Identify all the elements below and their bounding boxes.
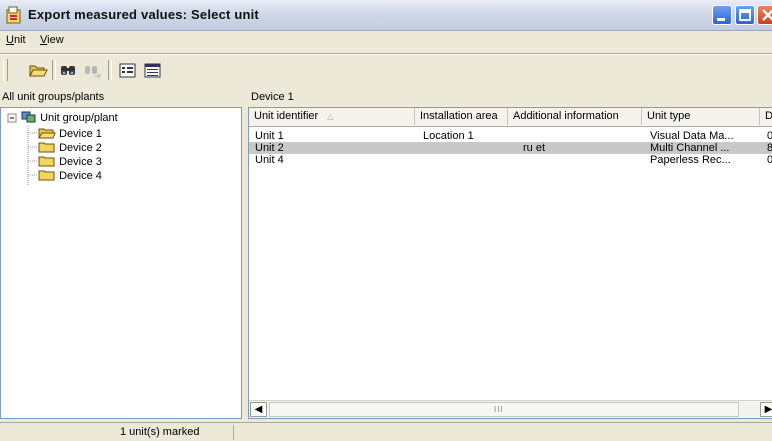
title-bar[interactable]: Export measured values: Select unit [0, 0, 772, 31]
scroll-right-button[interactable]: ▶ [760, 402, 772, 417]
tree-item-device-4[interactable]: Device 4 [38, 168, 102, 183]
cell-d: 0 [763, 130, 772, 142]
tree-item-label: Device 1 [59, 128, 102, 140]
tree-item-label: Device 3 [59, 156, 102, 168]
horizontal-scrollbar[interactable]: ◀ III ▶ [249, 400, 772, 418]
cell-unit-identifier: Unit 4 [255, 154, 284, 166]
open-folder-icon [29, 65, 48, 77]
app-icon [6, 6, 21, 24]
tree-item-device-2[interactable]: Device 2 [38, 140, 102, 155]
minimize-button[interactable] [712, 5, 732, 25]
unit-group-icon [21, 111, 36, 123]
status-divider [233, 425, 234, 440]
status-panel-left [4, 425, 114, 440]
tree-item-label: Device 4 [59, 170, 102, 182]
column-d[interactable]: D [760, 108, 772, 125]
cell-unit-identifier: Unit 2 [255, 142, 284, 154]
scrollbar-grip-icon: III [494, 405, 504, 414]
menu-unit-accel: U [6, 34, 14, 46]
menu-separator-highlight [0, 54, 772, 55]
maximize-button[interactable] [735, 5, 755, 25]
cell-unit-type: Visual Data Ma... [650, 130, 734, 142]
menu-bar: Unit View [0, 31, 772, 51]
tree-item-label: Device 2 [59, 142, 102, 154]
cell-installation-area: Location 1 [423, 130, 474, 142]
column-label: Installation area [420, 110, 498, 122]
menu-view[interactable]: View [40, 34, 64, 46]
find-next-icon [85, 66, 102, 79]
tree-item-root[interactable]: Unit group/plant [21, 110, 118, 125]
open-folder-icon [38, 128, 56, 139]
minimize-icon [717, 18, 725, 21]
sort-ascending-icon: △ [327, 112, 334, 121]
column-unit-identifier[interactable]: Unit identifier △ [249, 108, 415, 125]
folder-icon [38, 156, 55, 167]
window-title: Export measured values: Select unit [28, 7, 259, 22]
scroll-left-icon: ◀ [254, 404, 263, 415]
column-unit-type[interactable]: Unit type [642, 108, 760, 125]
status-bar: 1 unit(s) marked [0, 422, 772, 441]
column-label: Additional information [513, 110, 619, 122]
tree-item-device-3[interactable]: Device 3 [38, 154, 102, 169]
scroll-left-button[interactable]: ◀ [250, 402, 267, 417]
toolbar-separator [108, 60, 112, 80]
list-view-icon [119, 63, 136, 78]
find-next-button[interactable] [82, 60, 104, 80]
cell-unit-identifier: Unit 1 [255, 130, 284, 142]
status-message: 1 unit(s) marked [120, 426, 200, 438]
right-pane-header: Device 1 [251, 88, 771, 106]
cell-d: 0 [763, 154, 772, 166]
table-row[interactable]: Unit 4 Paperless Rec... 0 [249, 154, 772, 166]
list-view-button[interactable] [117, 60, 139, 80]
find-button[interactable] [58, 60, 80, 80]
tree-item-device-1[interactable]: Device 1 [38, 126, 102, 141]
cell-d: 8 [763, 142, 772, 154]
toolbar-grip[interactable] [3, 59, 8, 81]
scrollbar-thumb[interactable]: III [269, 402, 739, 417]
folder-icon [38, 142, 55, 153]
left-pane-header: All unit groups/plants [2, 88, 242, 106]
details-view-button[interactable] [142, 60, 164, 80]
unit-list[interactable]: Unit identifier △ Installation area Addi… [248, 107, 772, 419]
cell-additional-information: ru et [523, 142, 546, 154]
scroll-right-icon: ▶ [764, 404, 772, 415]
folder-icon [38, 170, 55, 181]
menu-unit[interactable]: Unit [6, 34, 26, 46]
column-installation-area[interactable]: Installation area [415, 108, 508, 125]
maximize-icon [739, 9, 751, 21]
tree-root-label: Unit group/plant [40, 112, 118, 124]
toolbar [0, 56, 772, 84]
menu-view-label: iew [47, 34, 64, 46]
close-icon [762, 9, 772, 21]
export-window: Export measured values: Select unit Unit… [0, 0, 772, 441]
open-button[interactable] [27, 60, 49, 80]
column-label: Unit identifier [254, 110, 319, 122]
table-row[interactable]: Unit 1 Location 1 Visual Data Ma... 0 [249, 130, 772, 142]
column-label: Unit type [647, 110, 691, 122]
list-header: Unit identifier △ Installation area Addi… [249, 108, 772, 127]
table-row-selected[interactable]: Unit 2 ru et Multi Channel ... 8 [249, 142, 772, 154]
cell-unit-type: Paperless Rec... [650, 154, 731, 166]
toolbar-separator [52, 60, 56, 80]
close-button[interactable] [757, 5, 772, 25]
column-additional-information[interactable]: Additional information [508, 108, 642, 125]
column-label: D [765, 110, 772, 122]
unit-group-tree[interactable]: Unit group/plant Device 1 Device 2 Devic… [0, 107, 242, 419]
details-view-icon [144, 63, 161, 78]
find-icon [61, 66, 75, 75]
cell-unit-type: Multi Channel ... [650, 142, 730, 154]
menu-unit-label: nit [13, 34, 26, 46]
